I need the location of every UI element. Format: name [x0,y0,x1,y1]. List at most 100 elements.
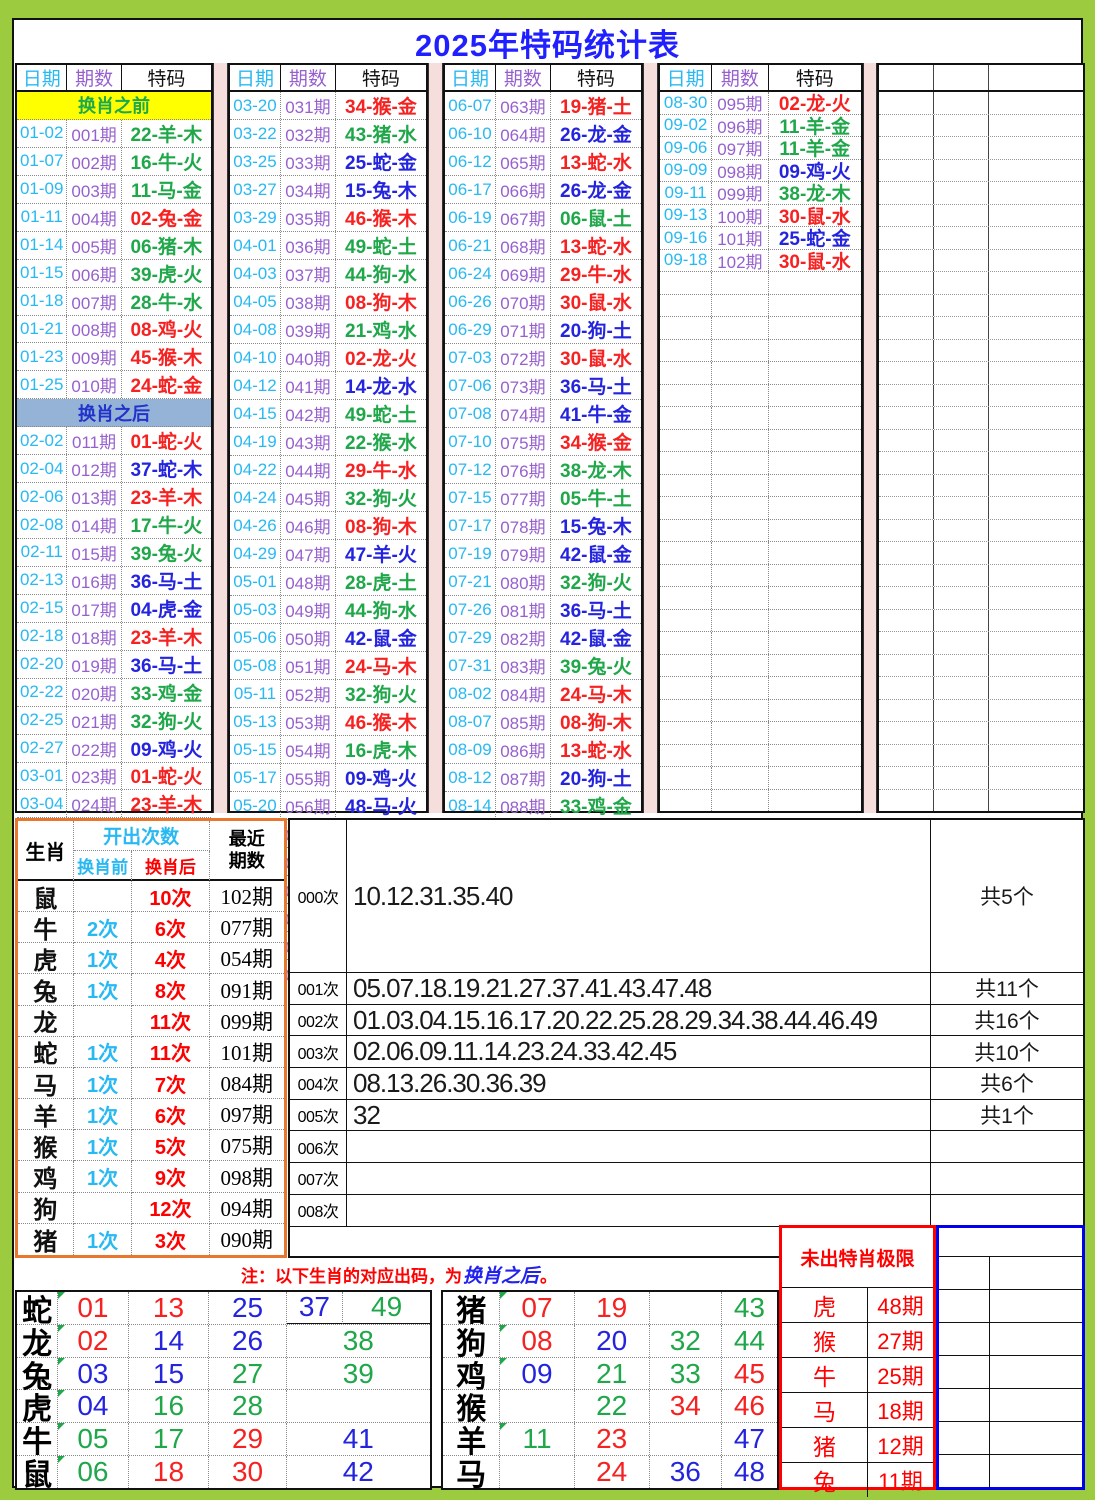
date-cell: 01-11 [17,204,67,231]
code-cell [769,587,861,609]
date-column-header: 日期 [660,65,712,90]
code-cell [769,722,861,744]
empty-cell [879,92,934,114]
period-cell: 063期 [496,92,551,119]
stats-after-count-cell: 3次 [132,1224,209,1255]
count-total-cell [931,1195,1083,1227]
code-cell: 16-牛-火 [122,148,211,175]
empty-row [879,677,1083,700]
period-cell [712,340,768,362]
period-cell [712,632,768,654]
zodiac-number-map-right: 猪071943狗08203244鸡09213345猴223446羊112347马… [441,1290,779,1490]
code-cell: 36-马-土 [122,651,211,678]
map-number-cell: 34 [650,1390,722,1422]
code-cell: 41-牛-金 [551,400,641,427]
count-label-cell: 003次 [290,1036,347,1068]
period-cell: 014期 [67,511,121,538]
stats-zodiac-cell: 鼠 [18,881,74,912]
result-row [660,362,861,385]
stats-after-count-cell: 11次 [132,1037,209,1068]
map-row: 鼠06183042 [17,1456,430,1488]
map-number-cell [650,1423,722,1455]
page-title: 2025年特码统计表 [12,21,1083,63]
code-cell [769,475,861,497]
stats-before-count-cell: 1次 [74,1068,133,1099]
stats-zodiac-cell: 蛇 [18,1037,74,1068]
empty-row [879,317,1083,340]
period-cell: 040期 [281,344,336,371]
code-cell: 46-猴-木 [336,204,426,231]
date-cell: 01-18 [17,288,67,315]
result-row [660,407,861,430]
blue-box-row [939,1356,1082,1389]
code-cell: 48-马-火 [336,792,426,819]
empty-row [879,767,1083,790]
date-cell: 07-06 [445,372,496,399]
result-row: 07-15077期05-牛-土 [445,484,641,512]
empty-cell [989,475,1083,497]
date-cell: 09-18 [660,250,712,272]
date-cell: 07-03 [445,344,496,371]
empty-row [879,160,1083,183]
period-cell: 042期 [281,400,336,427]
result-row: 01-11004期02-兔-金 [17,204,211,232]
stats-zodiac-cell: 马 [18,1068,74,1099]
period-cell: 096期 [712,115,768,137]
date-cell [660,587,712,609]
empty-row [879,340,1083,363]
period-cell: 023期 [67,763,121,790]
map-zodiac-cell: 鼠 [17,1456,58,1488]
empty-cell [879,227,934,249]
date-cell [660,610,712,632]
date-cell: 06-07 [445,92,496,119]
empty-cell [934,677,989,699]
stats-after-count-cell: 8次 [132,974,209,1005]
map-number-cell: 19 [575,1292,650,1324]
code-cell: 28-牛-水 [122,288,211,315]
date-cell: 07-21 [445,568,496,595]
stats-after-count-cell: 6次 [132,912,209,943]
code-cell: 24-蛇-金 [122,371,211,398]
code-cell: 45-猴-木 [122,343,211,370]
empty-row [879,610,1083,633]
date-cell: 05-17 [230,764,281,791]
empty-row [879,542,1083,565]
limit-row: 猴27期 [782,1323,933,1358]
code-cell [769,790,861,812]
result-row [660,587,861,610]
empty-row [879,385,1083,408]
empty-cell [879,700,934,722]
empty-cell [934,655,989,677]
empty-cell [989,115,1083,137]
result-row [660,542,861,565]
map-number-cell: 13 [129,1292,210,1324]
result-row: 07-12076期38-龙-木 [445,456,641,484]
result-row: 09-16101期25-蛇-金 [660,227,861,250]
result-row: 05-15054期16-虎-木 [230,736,426,764]
result-row: 03-27034期15-兔-木 [230,176,426,204]
code-cell [769,340,861,362]
empty-cell [989,160,1083,182]
empty-cell [989,317,1083,339]
map-number-cell: 25 [209,1292,286,1324]
code-cell: 42-鼠-金 [551,540,641,567]
code-cell: 30-鼠-水 [769,205,861,227]
blue-box-cell [939,1257,990,1289]
empty-cell [934,722,989,744]
result-row: 09-06097期11-羊-金 [660,137,861,160]
limit-periods-cell: 11期 [868,1463,933,1497]
empty-row [879,745,1083,768]
date-cell: 09-06 [660,137,712,159]
period-cell: 067期 [496,204,551,231]
map-number-cell: 47 [722,1423,777,1455]
result-row: 05-17055期09-鸡-火 [230,764,426,792]
limit-periods-cell: 27期 [868,1323,933,1357]
map-number-cell [650,1292,722,1324]
blue-box-row [939,1257,1082,1290]
note-emphasis: 换肖之后 [463,1261,539,1288]
code-cell: 22-猴-水 [336,428,426,455]
code-column-header: 特码 [551,65,641,90]
map-number-cell: 07 [500,1292,574,1324]
empty-cell [934,205,989,227]
date-cell: 01-15 [17,260,67,287]
